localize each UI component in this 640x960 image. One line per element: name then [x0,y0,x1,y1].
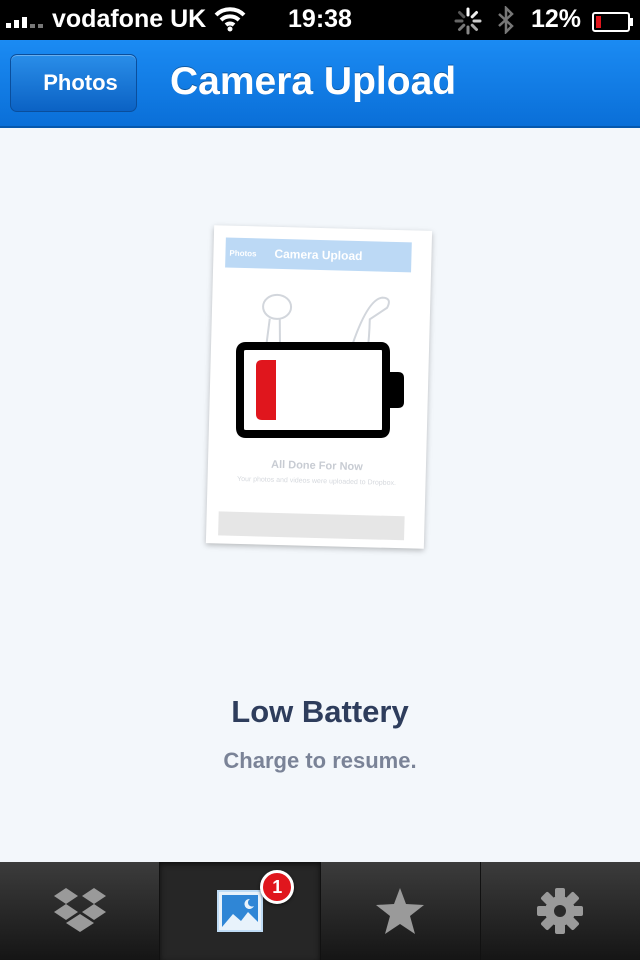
tab-bar: 1 [0,862,640,960]
navigation-bar: Photos Camera Upload [0,40,640,128]
low-battery-icon [236,342,404,438]
tab-favorites[interactable] [321,862,481,960]
bluetooth-icon [496,4,516,41]
activity-spinner-icon [454,7,482,42]
preview-nav-bar: Photos Camera Upload [225,237,412,273]
preview-tab-bar [218,511,405,541]
status-title: Low Battery [231,694,409,729]
battery-icon [592,10,634,39]
tab-settings[interactable] [481,862,640,960]
status-bar: vodafone UK 19:38 12% [0,0,640,40]
status-subtitle: Charge to resume. [223,748,417,773]
photos-icon [216,890,263,932]
main-content: Photos Camera Upload All Done For Now Yo… [0,128,640,862]
preview-title: All Done For Now [270,458,363,474]
dropbox-icon [53,888,106,932]
star-icon [376,888,425,934]
back-button[interactable]: Photos [10,54,137,112]
battery-percent: 12% [531,5,582,33]
preview-back-label: Photos [229,248,257,258]
photos-badge: 1 [260,870,295,904]
tab-photos[interactable]: 1 [160,862,321,960]
tab-dropbox[interactable] [0,862,161,960]
preview-subtitle: Your photos and videos were uploaded to … [236,475,397,488]
back-button-label: Photos [43,70,118,95]
gear-icon [537,888,584,934]
page-title: Camera Upload [170,60,457,103]
preview-nav-title: Camera Upload [274,246,363,264]
